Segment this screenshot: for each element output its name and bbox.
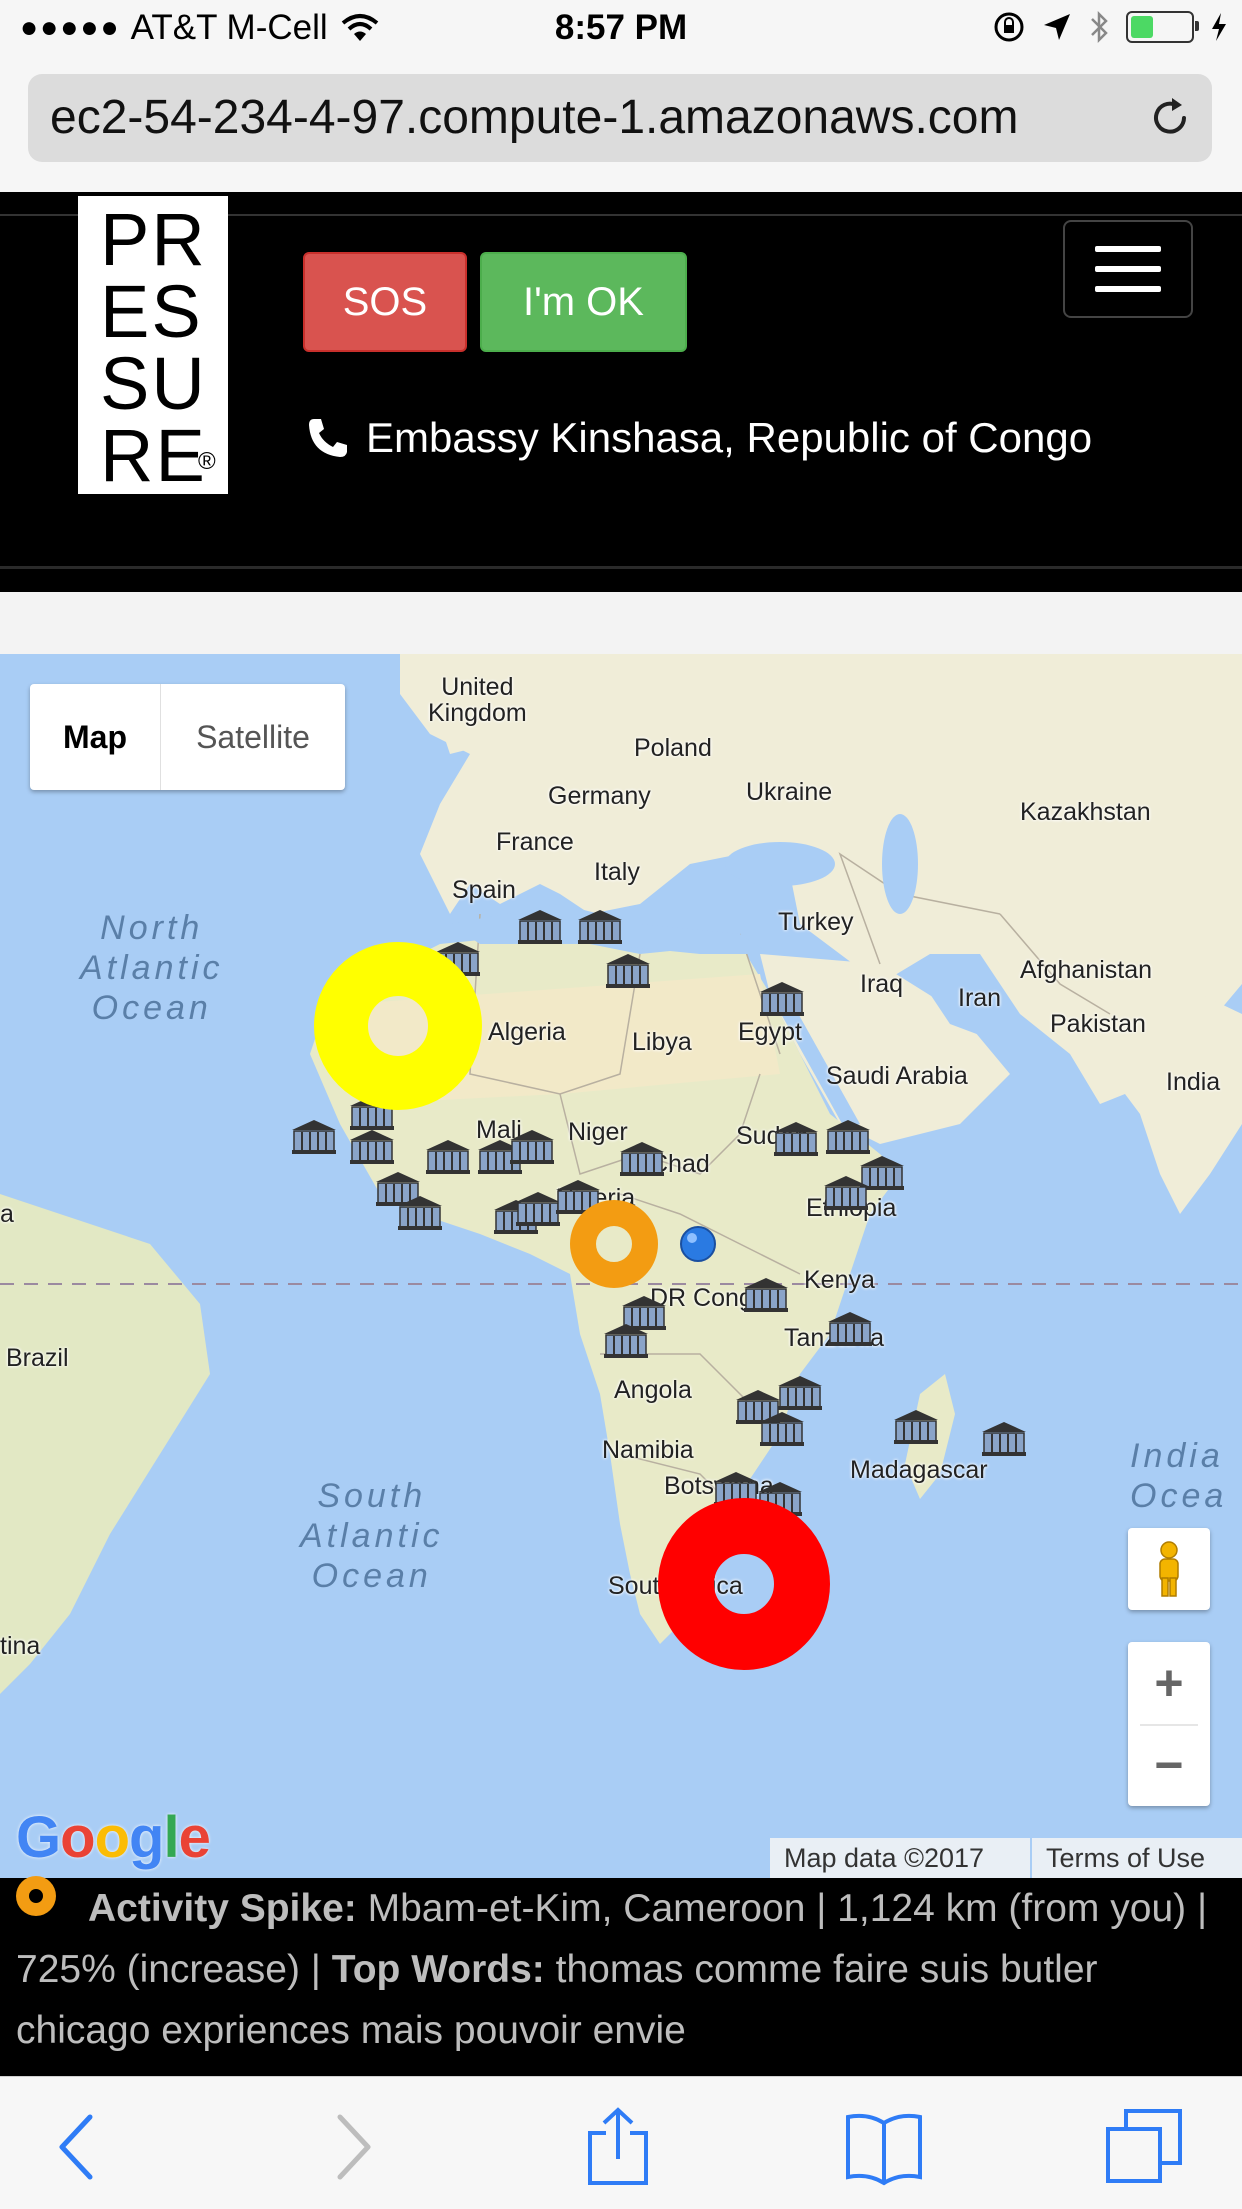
lock-rotation-icon	[994, 12, 1024, 42]
url-text[interactable]: ec2-54-234-4-97.compute-1.amazonaws.com	[50, 90, 1018, 145]
zoom-out-button[interactable]: −	[1128, 1724, 1210, 1806]
battery-icon	[1126, 11, 1199, 43]
activity-spike-label: Activity Spike:	[88, 1887, 357, 1930]
battery-level	[1131, 16, 1153, 38]
im-ok-button[interactable]: I'm OK	[480, 252, 687, 352]
markers-layer	[291, 909, 1027, 1670]
status-bar: ●●●●● AT&T M-Cell 8:57 PM	[0, 0, 1242, 62]
map-type-map-button[interactable]: Map	[30, 684, 161, 790]
map-data-attribution: Map data ©2017	[770, 1838, 1030, 1878]
top-words-label: Top Words:	[331, 1948, 545, 1991]
activity-info-text: Activity Spike: Mbam-et-Kim, Cameroon | …	[16, 1876, 1230, 2061]
street-view-button[interactable]	[1128, 1528, 1210, 1610]
menu-icon-bar	[1095, 286, 1161, 292]
share-icon[interactable]	[578, 2107, 658, 2187]
map-view[interactable]: North Atlantic Ocean South Atlantic Ocean In…	[0, 654, 1242, 1878]
pegman-icon	[1159, 1541, 1179, 1597]
phone-icon	[309, 419, 347, 457]
forward-icon[interactable]	[312, 2107, 392, 2187]
zoom-in-button[interactable]: +	[1128, 1642, 1210, 1724]
terms-of-use-link[interactable]: Terms of Use	[1032, 1838, 1242, 1878]
browser-toolbar	[0, 2076, 1242, 2209]
map-type-control: Map Satellite	[30, 684, 345, 790]
zoom-control: + −	[1128, 1642, 1210, 1806]
browser-chrome: ec2-54-234-4-97.compute-1.amazonaws.com	[0, 62, 1242, 192]
menu-icon-bar	[1095, 246, 1161, 252]
address-bar[interactable]: ec2-54-234-4-97.compute-1.amazonaws.com	[28, 74, 1212, 162]
registered-mark: ®	[198, 448, 216, 475]
tabs-icon[interactable]	[1104, 2107, 1184, 2187]
google-logo: Google	[16, 1805, 211, 1870]
location-arrow-icon	[1044, 14, 1070, 40]
menu-toggle-button[interactable]	[1063, 220, 1193, 318]
activity-marker-orange	[570, 1200, 658, 1288]
activity-marker-icon	[16, 1876, 56, 1916]
pressure-logo[interactable]: PR ES SU RE ®	[78, 196, 228, 494]
back-icon[interactable]	[38, 2107, 118, 2187]
user-location-marker	[680, 1226, 716, 1262]
embassy-contact[interactable]: Embassy Kinshasa, Republic of Congo	[306, 414, 1092, 462]
embassy-icon-group	[291, 909, 1027, 1517]
activity-marker-red	[658, 1498, 830, 1670]
sos-button[interactable]: SOS	[303, 252, 467, 352]
bookmarks-icon[interactable]	[844, 2107, 924, 2187]
site-header: PR ES SU RE ® SOS I'm OK Embassy Kinshasa, …	[0, 192, 1242, 592]
reload-icon[interactable]	[1146, 94, 1194, 142]
menu-icon-bar	[1095, 266, 1161, 272]
status-icons	[992, 10, 1228, 44]
bluetooth-icon	[1091, 10, 1108, 44]
embassy-label: Embassy Kinshasa, Republic of Congo	[366, 414, 1093, 461]
charging-icon	[1212, 13, 1226, 41]
map-type-satellite-button[interactable]: Satellite	[161, 684, 345, 790]
activity-info-panel: Activity Spike: Mbam-et-Kim, Cameroon | …	[0, 1876, 1242, 2076]
logo-text: PR ES SU RE	[100, 198, 207, 497]
activity-marker-yellow	[314, 942, 482, 1110]
